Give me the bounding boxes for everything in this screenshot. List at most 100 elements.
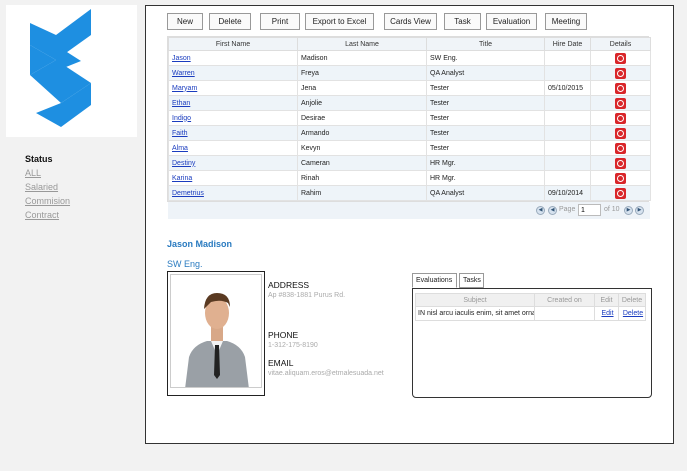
title-cell: Tester bbox=[426, 140, 545, 156]
details-cell bbox=[590, 185, 651, 201]
details-cell bbox=[590, 170, 651, 186]
details-icon[interactable] bbox=[615, 142, 626, 154]
title-cell: Tester bbox=[426, 95, 545, 111]
table-row[interactable]: Jason Madison SW Eng. bbox=[168, 50, 651, 66]
details-icon[interactable] bbox=[615, 82, 626, 94]
employee-title: SW Eng. bbox=[167, 259, 203, 269]
status-link-commision[interactable]: Commision bbox=[25, 196, 70, 206]
column-header-title[interactable]: Title bbox=[426, 37, 545, 51]
delete-button[interactable]: Delete bbox=[209, 13, 251, 30]
employee-photo bbox=[170, 274, 262, 388]
first-name-cell: Destiny bbox=[168, 155, 298, 171]
employee-first-name-link[interactable]: Warren bbox=[172, 70, 195, 77]
tab-evaluations[interactable]: Evaluations bbox=[412, 273, 457, 288]
new-button[interactable]: New bbox=[167, 13, 203, 30]
first-name-cell: Maryam bbox=[168, 80, 298, 96]
sidebar: Status ALL Salaried Commision Contract bbox=[0, 0, 140, 471]
details-cell bbox=[590, 80, 651, 96]
column-header-details[interactable]: Details bbox=[590, 37, 651, 51]
meeting-button[interactable]: Meeting bbox=[545, 13, 587, 30]
page-label: Page bbox=[559, 206, 576, 213]
evaluation-edit-link[interactable]: Edit bbox=[601, 310, 613, 317]
evaluations-panel: Subject Created on Edit Delete IN nisl a… bbox=[412, 288, 652, 398]
employee-first-name-link[interactable]: Jason bbox=[172, 55, 191, 62]
table-row[interactable]: Alma Kevyn Tester bbox=[168, 140, 651, 156]
status-title: Status bbox=[25, 154, 53, 164]
first-name-cell: Alma bbox=[168, 140, 298, 156]
column-header-first-name[interactable]: First Name bbox=[168, 37, 298, 51]
employee-portrait-icon bbox=[171, 275, 261, 387]
task-button[interactable]: Task bbox=[444, 13, 481, 30]
page-input[interactable] bbox=[578, 204, 601, 216]
status-link-salaried[interactable]: Salaried bbox=[25, 182, 70, 192]
details-icon[interactable] bbox=[615, 187, 626, 199]
first-name-cell: Warren bbox=[168, 65, 298, 81]
export-excel-button[interactable]: Export to Excel bbox=[305, 13, 374, 30]
column-header-delete[interactable]: Delete bbox=[618, 293, 646, 307]
hire-date-cell: 05/10/2015 bbox=[544, 80, 591, 96]
details-icon[interactable] bbox=[615, 172, 626, 184]
details-icon[interactable] bbox=[615, 112, 626, 124]
first-page-icon[interactable]: ◀ bbox=[536, 206, 545, 215]
details-icon[interactable] bbox=[615, 52, 626, 64]
status-link-contract[interactable]: Contract bbox=[25, 210, 70, 220]
table-row[interactable]: Faith Armando Tester bbox=[168, 125, 651, 141]
last-page-icon[interactable]: ▶ bbox=[635, 206, 644, 215]
next-page-icon[interactable]: ▶ bbox=[624, 206, 633, 215]
employee-photo-frame bbox=[167, 271, 265, 396]
grid-header-row: First Name Last Name Title Hire Date Det… bbox=[168, 37, 651, 51]
print-button[interactable]: Print bbox=[260, 13, 300, 30]
first-name-cell: Karina bbox=[168, 170, 298, 186]
email-value: vitae.aliquam.eros@etmalesuada.net bbox=[268, 370, 384, 377]
employee-first-name-link[interactable]: Demetrius bbox=[172, 190, 204, 197]
column-header-hire-date[interactable]: Hire Date bbox=[544, 37, 591, 51]
hire-date-cell bbox=[544, 125, 591, 141]
cards-view-button[interactable]: Cards View bbox=[384, 13, 437, 30]
table-row[interactable]: Indigo Desirae Tester bbox=[168, 110, 651, 126]
employee-first-name-link[interactable]: Ethan bbox=[172, 100, 190, 107]
evaluation-button[interactable]: Evaluation bbox=[486, 13, 537, 30]
details-icon[interactable] bbox=[615, 127, 626, 139]
title-cell: QA Analyst bbox=[426, 185, 545, 201]
table-row[interactable]: Ethan Anjolie Tester bbox=[168, 95, 651, 111]
column-header-last-name[interactable]: Last Name bbox=[297, 37, 427, 51]
employee-first-name-link[interactable]: Indigo bbox=[172, 115, 191, 122]
table-row[interactable]: Destiny Cameran HR Mgr. bbox=[168, 155, 651, 171]
column-header-subject[interactable]: Subject bbox=[415, 293, 535, 307]
employee-first-name-link[interactable]: Karina bbox=[172, 175, 192, 182]
email-section: EMAIL vitae.aliquam.eros@etmalesuada.net bbox=[268, 358, 384, 377]
tab-tasks[interactable]: Tasks bbox=[459, 273, 484, 288]
table-row[interactable]: Karina Rinah HR Mgr. bbox=[168, 170, 651, 186]
last-name-cell: Anjolie bbox=[297, 95, 427, 111]
hire-date-cell bbox=[544, 170, 591, 186]
hire-date-cell bbox=[544, 140, 591, 156]
first-name-cell: Ethan bbox=[168, 95, 298, 111]
details-icon[interactable] bbox=[615, 67, 626, 79]
prev-page-icon[interactable]: ◀ bbox=[548, 206, 557, 215]
details-cell bbox=[590, 155, 651, 171]
address-section: ADDRESS Ap #838-1881 Purus Rd. bbox=[268, 280, 345, 299]
employee-first-name-link[interactable]: Destiny bbox=[172, 160, 195, 167]
table-row[interactable]: Maryam Jena Tester 05/10/2015 bbox=[168, 80, 651, 96]
company-logo-icon bbox=[30, 9, 91, 127]
details-icon[interactable] bbox=[615, 157, 626, 169]
phone-value: 1-312-175-8190 bbox=[268, 342, 318, 349]
first-name-cell: Faith bbox=[168, 125, 298, 141]
employee-first-name-link[interactable]: Maryam bbox=[172, 85, 197, 92]
details-icon[interactable] bbox=[615, 97, 626, 109]
logo bbox=[6, 5, 137, 137]
title-cell: HR Mgr. bbox=[426, 170, 545, 186]
table-row[interactable]: Demetrius Rahim QA Analyst 09/10/2014 bbox=[168, 185, 651, 201]
employee-first-name-link[interactable]: Faith bbox=[172, 130, 188, 137]
status-link-all[interactable]: ALL bbox=[25, 168, 70, 178]
last-name-cell: Rinah bbox=[297, 170, 427, 186]
column-header-edit[interactable]: Edit bbox=[594, 293, 619, 307]
details-cell bbox=[590, 65, 651, 81]
title-cell: Tester bbox=[426, 125, 545, 141]
main-panel: New Delete Print Export to Excel Cards V… bbox=[145, 5, 674, 444]
column-header-created-on[interactable]: Created on bbox=[534, 293, 595, 307]
details-cell bbox=[590, 110, 651, 126]
table-row[interactable]: Warren Freya QA Analyst bbox=[168, 65, 651, 81]
employee-first-name-link[interactable]: Alma bbox=[172, 145, 188, 152]
evaluation-delete-link[interactable]: Delete bbox=[623, 310, 643, 317]
